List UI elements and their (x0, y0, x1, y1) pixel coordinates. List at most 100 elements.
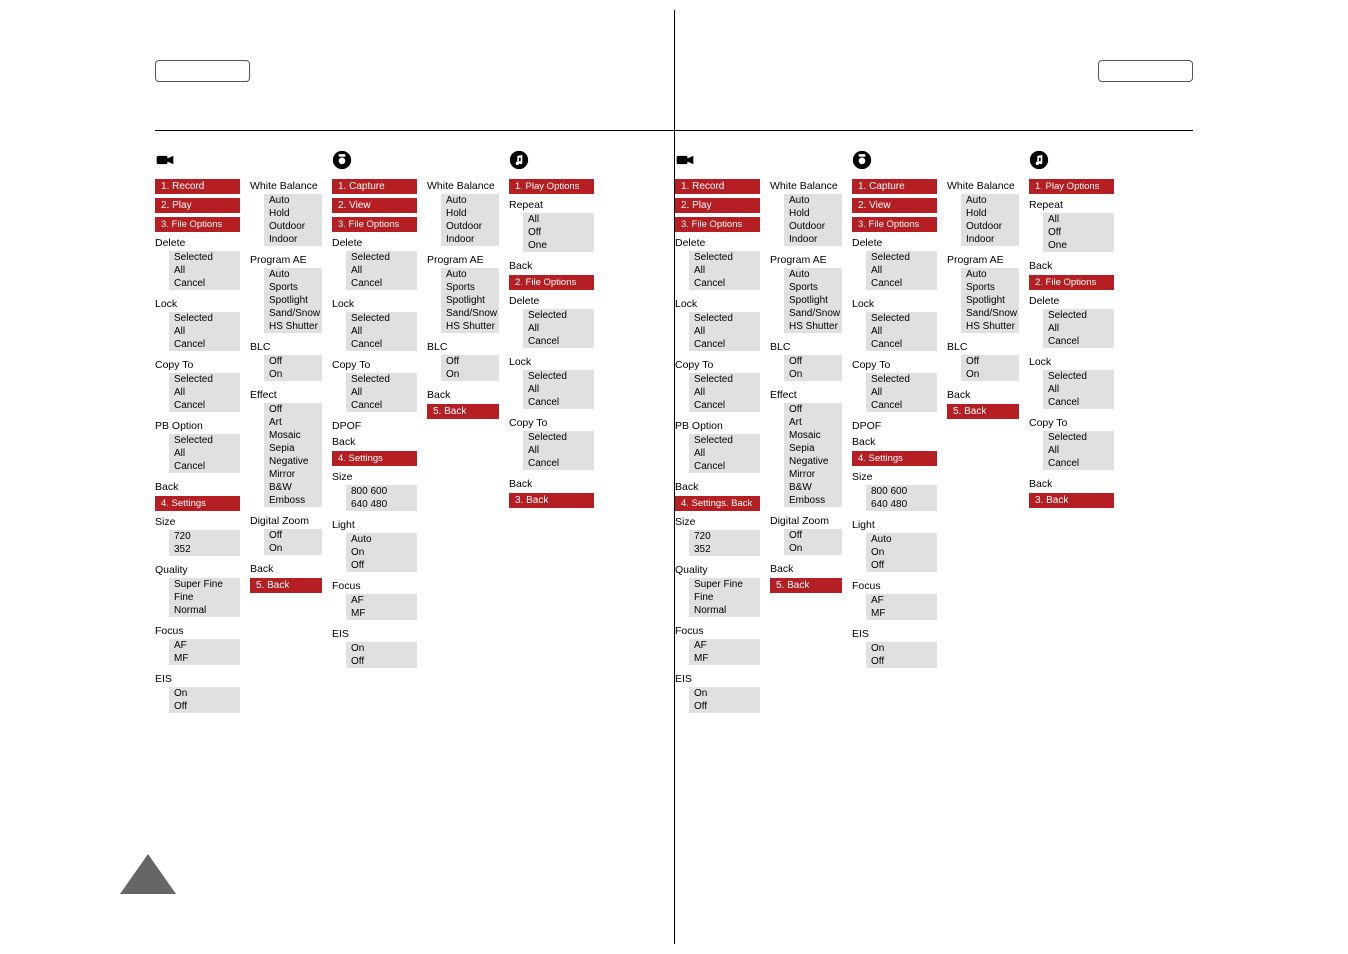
opt[interactable]: Off (784, 403, 842, 416)
opt[interactable]: Auto (961, 268, 1019, 281)
menu-fileopt[interactable]: 2. File Options (509, 275, 594, 290)
opt[interactable]: Off (784, 529, 842, 542)
opt[interactable]: All (866, 264, 937, 277)
opt[interactable]: Normal (689, 604, 760, 617)
dpof[interactable]: DPOF (852, 418, 937, 432)
menu-fileopt[interactable]: 3. File Options (155, 217, 240, 232)
opt[interactable]: Negative (784, 455, 842, 468)
opt[interactable]: Cancel (1043, 396, 1114, 409)
opt[interactable]: All (346, 325, 417, 338)
opt[interactable]: MF (169, 652, 240, 665)
opt[interactable]: On (784, 542, 842, 555)
opt[interactable]: MF (689, 652, 760, 665)
opt[interactable]: Fine (169, 591, 240, 604)
opt[interactable]: Sand/Snow (784, 307, 842, 320)
menu-back[interactable]: 3. Back (509, 493, 594, 508)
opt[interactable]: All (1043, 444, 1114, 457)
opt[interactable]: All (523, 322, 594, 335)
opt[interactable]: All (169, 386, 240, 399)
menu-play[interactable]: 2. Play (155, 198, 240, 213)
opt[interactable]: 800 600 (866, 485, 937, 498)
opt[interactable]: Super Fine (169, 578, 240, 591)
opt[interactable]: Auto (784, 194, 842, 207)
opt[interactable]: All (346, 386, 417, 399)
opt[interactable]: HS Shutter (784, 320, 842, 333)
opt[interactable]: Spotlight (264, 294, 322, 307)
opt[interactable]: 352 (689, 543, 760, 556)
opt[interactable]: All (169, 325, 240, 338)
opt[interactable]: Cancel (866, 338, 937, 351)
menu-capture[interactable]: 1. Capture (332, 179, 417, 194)
opt[interactable]: Indoor (441, 233, 499, 246)
opt[interactable]: Cancel (523, 396, 594, 409)
opt[interactable]: Indoor (784, 233, 842, 246)
opt[interactable]: All (1043, 322, 1114, 335)
opt[interactable]: Sand/Snow (441, 307, 499, 320)
opt[interactable]: Mirror (784, 468, 842, 481)
opt[interactable]: Cancel (866, 277, 937, 290)
opt[interactable]: All (346, 264, 417, 277)
menu-record[interactable]: 1. Record (155, 179, 240, 194)
opt[interactable]: Selected (346, 251, 417, 264)
menu-playopt[interactable]: 1. Play Options (509, 179, 594, 194)
opt[interactable]: Cancel (689, 277, 760, 290)
opt[interactable]: B&W (264, 481, 322, 494)
opt[interactable]: Selected (169, 251, 240, 264)
back[interactable]: Back (675, 479, 760, 493)
opt[interactable]: Off (346, 559, 417, 572)
opt[interactable]: On (866, 642, 937, 655)
opt[interactable]: Off (523, 226, 594, 239)
opt[interactable]: HS Shutter (441, 320, 499, 333)
opt[interactable]: On (784, 368, 842, 381)
opt[interactable]: Negative (264, 455, 322, 468)
opt[interactable]: Selected (523, 309, 594, 322)
opt[interactable]: Selected (689, 434, 760, 447)
opt[interactable]: All (523, 213, 594, 226)
opt[interactable]: On (866, 546, 937, 559)
opt[interactable]: Auto (264, 194, 322, 207)
menu-view[interactable]: 2. View (852, 198, 937, 213)
opt[interactable]: MF (866, 607, 937, 620)
opt[interactable]: Indoor (961, 233, 1019, 246)
opt[interactable]: Cancel (866, 399, 937, 412)
opt[interactable]: On (346, 546, 417, 559)
back[interactable]: Back (332, 434, 417, 448)
opt[interactable]: Selected (1043, 370, 1114, 383)
opt[interactable]: Auto (264, 268, 322, 281)
opt[interactable]: Selected (169, 312, 240, 325)
menu-back[interactable]: 5. Back (250, 578, 322, 593)
opt[interactable]: Cancel (169, 277, 240, 290)
opt[interactable]: Selected (866, 312, 937, 325)
opt[interactable]: Selected (689, 373, 760, 386)
opt[interactable]: On (346, 642, 417, 655)
menu-fileopt[interactable]: 3. File Options (675, 217, 760, 232)
opt[interactable]: Outdoor (441, 220, 499, 233)
opt[interactable]: 720 (689, 530, 760, 543)
opt[interactable]: Outdoor (264, 220, 322, 233)
opt[interactable]: Outdoor (784, 220, 842, 233)
menu-fileopt[interactable]: 3. File Options (332, 217, 417, 232)
opt[interactable]: B&W (784, 481, 842, 494)
menu-settings[interactable]: 4. Settings (155, 496, 240, 511)
opt[interactable]: 640 480 (346, 498, 417, 511)
back[interactable]: Back (155, 479, 240, 493)
menu-capture[interactable]: 1. Capture (852, 179, 937, 194)
opt[interactable]: Mosaic (784, 429, 842, 442)
back[interactable]: Back (1029, 476, 1114, 490)
opt[interactable]: Spotlight (441, 294, 499, 307)
opt[interactable]: AF (346, 594, 417, 607)
opt[interactable]: Auto (441, 194, 499, 207)
opt[interactable]: Emboss (264, 494, 322, 507)
opt[interactable]: HS Shutter (961, 320, 1019, 333)
opt[interactable]: Super Fine (689, 578, 760, 591)
menu-back[interactable]: 5. Back (947, 404, 1019, 419)
opt[interactable]: On (961, 368, 1019, 381)
opt[interactable]: Mosaic (264, 429, 322, 442)
opt[interactable]: Auto (346, 533, 417, 546)
opt[interactable]: Off (441, 355, 499, 368)
opt[interactable]: Auto (866, 533, 937, 546)
opt[interactable]: Sepia (264, 442, 322, 455)
opt[interactable]: Hold (961, 207, 1019, 220)
back[interactable]: Back (852, 434, 937, 448)
opt[interactable]: Sand/Snow (961, 307, 1019, 320)
